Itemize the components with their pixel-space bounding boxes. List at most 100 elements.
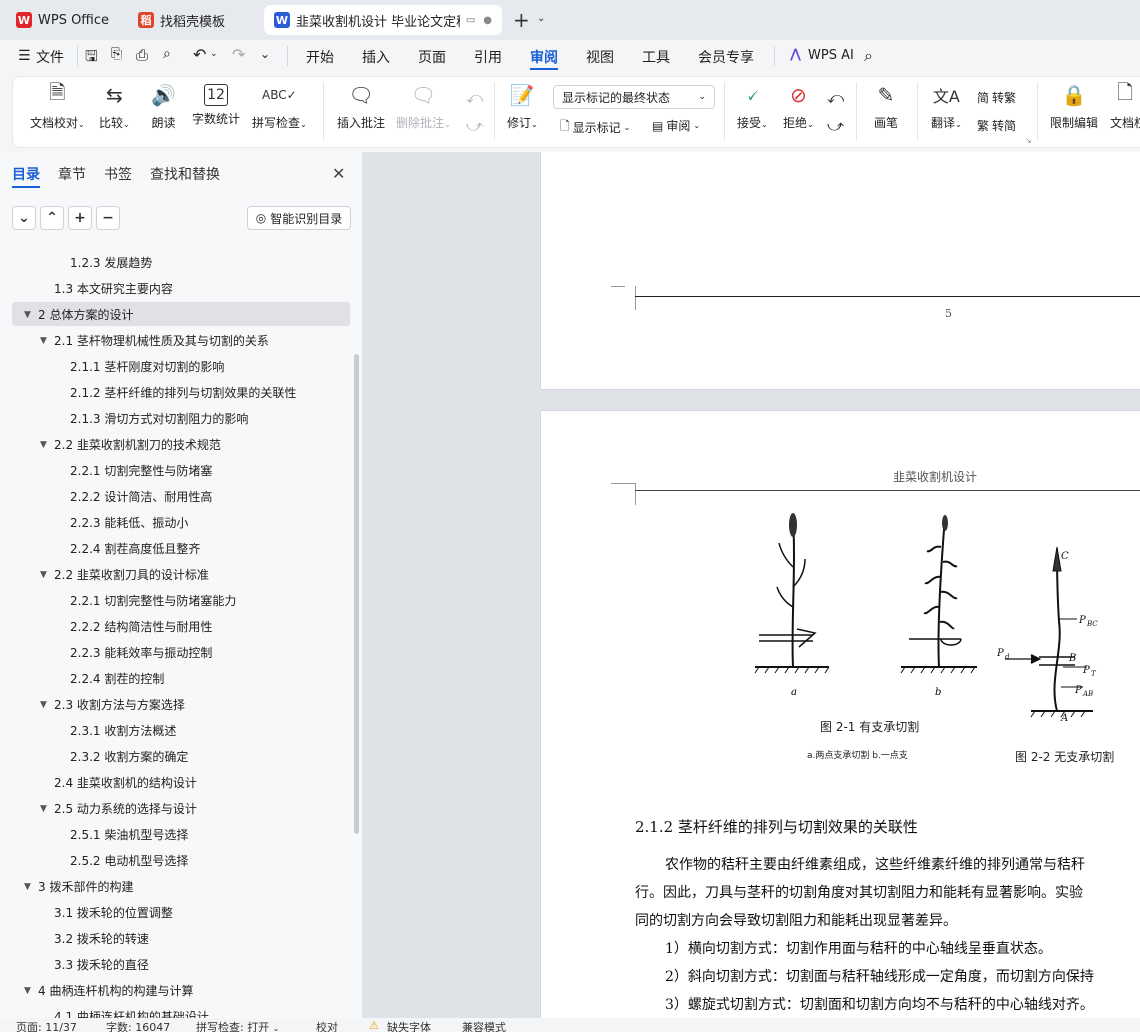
menu-references[interactable]: 引用: [474, 47, 502, 67]
toc-item[interactable]: 2.3.2 收割方案的确定: [0, 744, 350, 770]
menu-insert[interactable]: 插入: [362, 47, 390, 67]
toc-item[interactable]: 2.5.1 柴油机型号选择: [0, 822, 350, 848]
status-word-count[interactable]: 字数: 16047: [106, 1019, 170, 1032]
toc-item[interactable]: ▼ 3 拨禾部件的构建: [0, 874, 350, 900]
toc-item[interactable]: 2.2.2 结构简洁性与耐用性: [0, 614, 350, 640]
pen-button[interactable]: ✎ 画笔: [874, 80, 898, 131]
toc-item[interactable]: 2.1.1 茎杆刚度对切割的影响: [0, 354, 350, 380]
nav-tab-toc[interactable]: 目录: [12, 164, 40, 184]
restrict-edit-button[interactable]: 🔒 限制编辑: [1050, 80, 1098, 131]
next-comment-icon[interactable]: ⤻: [466, 116, 483, 136]
toc-scrollbar[interactable]: [354, 354, 359, 834]
review-pane-button[interactable]: ▤ 审阅 ⌄: [652, 117, 700, 134]
toc-item[interactable]: ▼ 4 曲柄连杆机构的构建与计算: [0, 978, 350, 1004]
search-icon[interactable]: ⌕: [864, 46, 873, 66]
word-count-button[interactable]: 12 字数统计: [192, 80, 240, 127]
toc-item[interactable]: 3.2 拨禾轮的转速: [0, 926, 350, 952]
insert-comment-button[interactable]: 🗨 插入批注: [337, 80, 385, 131]
to-traditional-button[interactable]: 简 转繁: [977, 89, 1016, 106]
spell-check-button[interactable]: ABC✓ 拼写检查⌄: [252, 80, 307, 131]
monitor-icon[interactable]: ▭: [466, 15, 475, 26]
tab-docer-templates[interactable]: 稻 找稻壳模板: [128, 5, 260, 35]
close-icon[interactable]: ✕: [332, 164, 345, 183]
toc-item[interactable]: ▼ 2 总体方案的设计: [0, 302, 350, 328]
toc-item[interactable]: 2.4 韭菜收割机的结构设计: [0, 770, 350, 796]
expand-caret-icon[interactable]: ▼: [40, 432, 47, 458]
toc-item[interactable]: 3.3 拨禾轮的直径: [0, 952, 350, 978]
expand-caret-icon[interactable]: ▼: [40, 796, 47, 822]
expand-caret-icon[interactable]: ▼: [40, 692, 47, 718]
reject-button[interactable]: ⊘ 拒绝⌄: [783, 80, 814, 131]
previous-comment-icon[interactable]: ⤺: [466, 88, 483, 108]
toc-item[interactable]: 2.2.4 割茬的控制: [0, 666, 350, 692]
tab-list-chevron-icon[interactable]: ⌄: [537, 13, 545, 24]
toc-item[interactable]: 2.2.1 切割完整性与防堵塞能力: [0, 588, 350, 614]
toc-item[interactable]: 2.1.3 滑切方式对切割阻力的影响: [0, 406, 350, 432]
show-markup-button[interactable]: 🗋 显示标记 ⌄: [560, 117, 630, 138]
doc-check-button[interactable]: 🗎 文档校对⌄: [30, 80, 85, 131]
toc-item[interactable]: 2.2.3 能耗效率与振动控制: [0, 640, 350, 666]
next-change-icon[interactable]: ⤻: [827, 116, 844, 136]
translate-button[interactable]: 文A 翻译⌄: [931, 80, 962, 131]
expand-caret-icon[interactable]: ▼: [24, 978, 31, 1004]
status-proof[interactable]: 校对: [316, 1019, 338, 1032]
nav-tab-bookmarks[interactable]: 书签: [104, 164, 132, 184]
status-missing-font[interactable]: 缺失字体: [387, 1019, 431, 1032]
hamburger-icon[interactable]: ☰: [18, 48, 31, 64]
toc-item[interactable]: 1.2.3 发展趋势: [0, 250, 350, 276]
menu-file[interactable]: 文件: [36, 47, 64, 67]
toc-item[interactable]: ▼ 2.2 韭菜收割机割刀的技术规范: [0, 432, 350, 458]
nav-tab-sections[interactable]: 章节: [58, 164, 86, 184]
delete-comment-button[interactable]: 🗨 删除批注⌄: [396, 80, 451, 131]
add-heading-icon[interactable]: +: [68, 206, 92, 230]
expand-caret-icon[interactable]: ▼: [24, 874, 31, 900]
tab-current-document[interactable]: W 韭菜收割机设计 毕业论文定稿 ▭ ●: [264, 5, 502, 35]
toc-item[interactable]: ▼ 2.5 动力系统的选择与设计: [0, 796, 350, 822]
read-aloud-button[interactable]: 🔊 朗读: [151, 80, 176, 131]
toc-item[interactable]: 2.1.2 茎杆纤维的排列与切割效果的关联性: [0, 380, 350, 406]
status-page[interactable]: 页面: 11/37: [16, 1019, 77, 1032]
toc-item[interactable]: 2.3.1 收割方法概述: [0, 718, 350, 744]
dialog-launcher-icon[interactable]: ↘: [1025, 136, 1032, 145]
print-preview-icon[interactable]: ⌕: [163, 46, 171, 62]
toc-item[interactable]: 3.1 拨禾轮的位置调整: [0, 900, 350, 926]
expand-caret-icon[interactable]: ▼: [24, 302, 31, 328]
undo-chevron-icon[interactable]: ⌄: [210, 49, 218, 59]
unsaved-dot-icon[interactable]: ●: [483, 15, 492, 26]
toc-item[interactable]: 2.2.1 切割完整性与防堵塞: [0, 458, 350, 484]
menu-home[interactable]: 开始: [306, 47, 334, 67]
print-icon[interactable]: ⎙: [136, 46, 148, 64]
toc-item[interactable]: ▼ 2.3 收割方法与方案选择: [0, 692, 350, 718]
menu-view[interactable]: 视图: [586, 47, 614, 67]
menu-page[interactable]: 页面: [418, 47, 446, 67]
toc-item[interactable]: 2.2.4 割茬高度低且整齐: [0, 536, 350, 562]
revise-button[interactable]: 📝 修订⌄: [507, 80, 538, 131]
smart-toc-button[interactable]: ◎ 智能识别目录: [247, 206, 351, 230]
toc-item[interactable]: 2.2.2 设计简洁、耐用性高: [0, 484, 350, 510]
quick-access-chevron-icon[interactable]: ⌄: [260, 47, 270, 61]
toc-item[interactable]: 1.3 本文研究主要内容: [0, 276, 350, 302]
previous-change-icon[interactable]: ⤺: [827, 88, 844, 108]
status-spell-check[interactable]: 拼写检查: 打开 ⌄: [196, 1019, 279, 1032]
remove-heading-icon[interactable]: −: [96, 206, 120, 230]
redo-icon[interactable]: ↷: [232, 45, 245, 64]
collapse-down-icon[interactable]: ⌄: [12, 206, 36, 230]
to-simplified-button[interactable]: 繁 转简: [977, 117, 1016, 134]
menu-wps-ai[interactable]: WPS AI: [808, 48, 854, 63]
menu-membership[interactable]: 会员专享: [698, 47, 754, 67]
toc-item[interactable]: 2.5.2 电动机型号选择: [0, 848, 350, 874]
export-pdf-icon[interactable]: ⎘: [111, 46, 122, 62]
tab-wps-office[interactable]: W WPS Office: [6, 5, 124, 35]
menu-review[interactable]: 审阅: [530, 47, 558, 67]
expand-caret-icon[interactable]: ▼: [40, 562, 47, 588]
collapse-up-icon[interactable]: ⌃: [40, 206, 64, 230]
undo-icon[interactable]: ↶: [193, 45, 206, 64]
new-tab-plus-icon[interactable]: +: [513, 8, 530, 32]
menu-tools[interactable]: 工具: [642, 47, 670, 67]
save-icon[interactable]: 🖫: [85, 46, 98, 71]
accept-button[interactable]: 🗸 接受⌄: [737, 80, 768, 131]
toc-item[interactable]: 2.2.3 能耗低、振动小: [0, 510, 350, 536]
markup-state-select[interactable]: 显示标记的最终状态 ⌄: [553, 85, 715, 109]
compare-button[interactable]: ⇆ 比较⌄: [99, 80, 130, 131]
nav-tab-find-replace[interactable]: 查找和替换: [150, 164, 220, 184]
